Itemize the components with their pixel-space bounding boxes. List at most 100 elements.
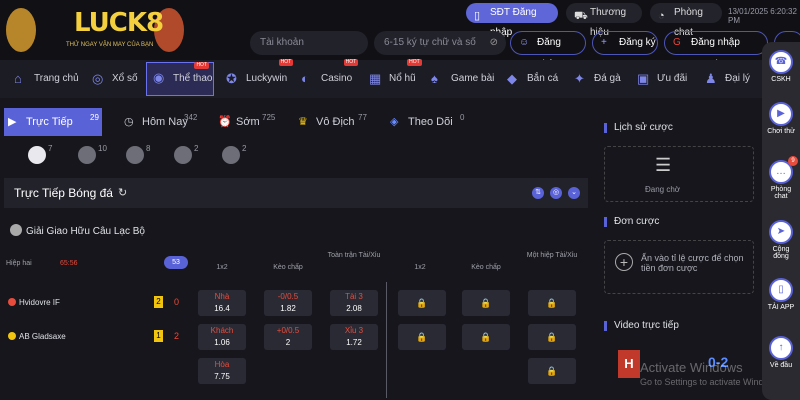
add-icon: +: [615, 253, 633, 271]
home-score: 0: [174, 297, 180, 307]
headset-icon: ☎: [769, 50, 793, 74]
table-tennis-filter[interactable]: 2: [222, 142, 252, 166]
tab-today[interactable]: ◷ Hôm Nay 342: [120, 108, 210, 136]
play-icon: ▶: [769, 102, 793, 126]
chat-room-button[interactable]: … Phòng chat 9: [766, 156, 798, 200]
download-app-button[interactable]: ▯ TẢI APP: [766, 278, 796, 311]
nav-agent[interactable]: ♟ Đại lý: [705, 60, 750, 98]
settings-icon[interactable]: ◎: [550, 187, 562, 199]
back-to-top-button[interactable]: ↑ Về đầu: [766, 336, 796, 369]
brand-button[interactable]: ⛟ Thương hiệu: [566, 3, 642, 38]
clock-icon: ◷: [124, 116, 134, 128]
odds-header: Hiệp hai 65:56 53 1x2 Kèo chấp Toàn trận…: [0, 248, 594, 282]
try-button[interactable]: ▶ Chơi thử: [766, 102, 796, 135]
section-header: Trực Tiếp Bóng đá ↻ ⇅ ◎ ⌄: [4, 178, 588, 208]
lock-icon: 🔒: [528, 324, 576, 350]
col-1x2: 1x2: [216, 264, 228, 271]
sport-filter: 7 10 8 2 2: [0, 142, 594, 168]
phone-icon: ▯: [769, 278, 793, 302]
eye-off-icon[interactable]: ⊘: [490, 31, 498, 55]
nav-promo[interactable]: ▣ Ưu đãi: [637, 60, 687, 98]
lock-icon: 🔒: [398, 324, 446, 350]
odd-away-handicap[interactable]: +0/0.5 2: [264, 324, 312, 350]
odd-under[interactable]: Xỉu 3 1.72: [330, 324, 378, 350]
google-icon: G: [673, 37, 681, 48]
lock-icon: 🔒: [462, 290, 510, 316]
odd-home-handicap[interactable]: -0/0.5 1.82: [264, 290, 312, 316]
nav-rooster[interactable]: ✦ Đá gà: [574, 60, 621, 98]
nav-home[interactable]: ⌂ Trang chủ: [14, 60, 79, 98]
odd-home-1x2[interactable]: Nhà 16.4: [198, 290, 246, 316]
logo[interactable]: LUCK8 THỬ NGAY VẬN MAY CỦA BẠN: [4, 4, 184, 56]
telegram-icon: ➤: [769, 220, 793, 244]
team-home[interactable]: Hvidovre IF: [8, 298, 60, 307]
nav-jackpot[interactable]: ▦ Nổ hũ HOT: [369, 59, 422, 98]
fish-icon: ◆: [507, 71, 517, 86]
trophy-icon: ♛: [298, 116, 308, 128]
refresh-icon[interactable]: ↻: [118, 186, 127, 199]
odd-away-1x2[interactable]: Khách 1.06: [198, 324, 246, 350]
follow-icon: ◈: [390, 116, 399, 128]
google-login-button[interactable]: GĐăng nhập Google: [664, 31, 768, 70]
match-period: Hiệp hai: [6, 260, 32, 267]
bet-slip-box: + Ấn vào tỉ lệ cược để chọn tiền đơn cượ…: [604, 240, 754, 294]
logo-text: LUCK8: [74, 8, 164, 38]
tennis-icon: [126, 146, 144, 164]
football-filter[interactable]: 7: [28, 142, 58, 166]
tab-follow[interactable]: ◈ Theo Dõi 0: [386, 108, 466, 136]
live-icon: ▶: [8, 116, 17, 128]
register-button[interactable]: + Đăng ký: [592, 31, 658, 55]
header: LUCK8 THỬ NGAY VẬN MAY CỦA BẠN ▯ SĐT Đăng…: [0, 0, 800, 70]
logo-tagline: THỬ NGAY VẬN MAY CỦA BẠN: [66, 42, 154, 48]
chat-button[interactable]: ◔ Phòng chat: [650, 3, 722, 38]
nav-casino[interactable]: ◐ Casino HOT: [301, 59, 359, 98]
tab-early[interactable]: ⏰ Sớm 725: [214, 108, 284, 136]
floating-sidebar: ☎ CSKH ▶ Chơi thử … Phòng chat 9 ➤ Cộng đồng …: [762, 42, 800, 400]
col-handicap-half: Kèo chấp: [471, 264, 501, 271]
sdt-login-button[interactable]: ▯SĐT Đăng nhập: [466, 3, 558, 38]
more-markets-badge[interactable]: 53: [164, 256, 188, 269]
table-tennis-icon: [222, 146, 240, 164]
nav-cards[interactable]: ♠ Game bài: [431, 60, 494, 98]
car-icon: ⛟: [574, 10, 588, 22]
right-panel: Lịch sử cược ☰ Đang chờ Đơn cược + Ấn và…: [604, 98, 764, 400]
collapse-icon[interactable]: ⌄: [568, 187, 580, 199]
tab-champion[interactable]: ♛ Vô Địch 77: [294, 108, 374, 136]
nav-lottery[interactable]: ◎ Xổ số: [92, 60, 138, 98]
pending-label: Đang chờ: [645, 185, 681, 194]
league-title[interactable]: Giải Giao Hữu Câu Lạc Bộ: [10, 224, 145, 237]
support-button[interactable]: ☎ CSKH: [766, 50, 796, 83]
live-video-title: Video trực tiếp: [604, 320, 679, 331]
login-button[interactable]: ☺Đăng nhập: [510, 31, 586, 70]
team-away[interactable]: AB Gladsaxe: [8, 332, 66, 341]
filter-icon[interactable]: ⇅: [532, 187, 544, 199]
slot-icon: ▦: [369, 71, 382, 86]
password-input[interactable]: 6-15 ký tự chữ và số ⊘: [374, 31, 506, 55]
odd-draw[interactable]: Hòa 7.75: [198, 358, 246, 384]
away-card: 1: [154, 330, 163, 342]
home-card: 2: [154, 296, 163, 308]
hot-badge: HOT: [194, 62, 209, 69]
lock-icon: 🔒: [528, 290, 576, 316]
rooster-icon: ✦: [574, 71, 585, 86]
agent-icon: ♟: [705, 71, 717, 86]
tennis-filter[interactable]: 8: [126, 142, 156, 166]
windows-activation-hint: Go to Settings to activate Windows.: [640, 377, 783, 387]
casino-icon: ◐: [301, 71, 309, 86]
volleyball-filter[interactable]: 2: [174, 142, 204, 166]
nav-sports[interactable]: ◉ Thể thao HOT: [146, 62, 214, 96]
hot-badge: HOT: [343, 59, 359, 66]
community-button[interactable]: ➤ Cộng đồng: [766, 220, 796, 260]
odd-over[interactable]: Tài 3 2.08: [330, 290, 378, 316]
basketball-filter[interactable]: 10: [78, 142, 108, 166]
bet-slip-title: Đơn cược: [604, 216, 659, 227]
nav-fish[interactable]: ◆ Bắn cá: [507, 60, 558, 98]
tab-bar: ▶ Trực Tiếp 29 ◷ Hôm Nay 342 ⏰ Sớm 725 ♛ Vô Địc…: [0, 108, 594, 136]
gift-icon: ▣: [637, 71, 650, 86]
tab-live[interactable]: ▶ Trực Tiếp 29: [4, 108, 102, 136]
account-input[interactable]: Tài khoản: [250, 31, 368, 55]
league-icon: [10, 224, 22, 236]
main-nav: ⌂ Trang chủ ◎ Xổ số ◉ Thể thao HOT ✪ Luckywin…: [0, 59, 800, 98]
nav-luckywin[interactable]: ✪ Luckywin HOT: [226, 59, 294, 98]
bet-history-box[interactable]: ☰ Đang chờ: [604, 146, 754, 202]
